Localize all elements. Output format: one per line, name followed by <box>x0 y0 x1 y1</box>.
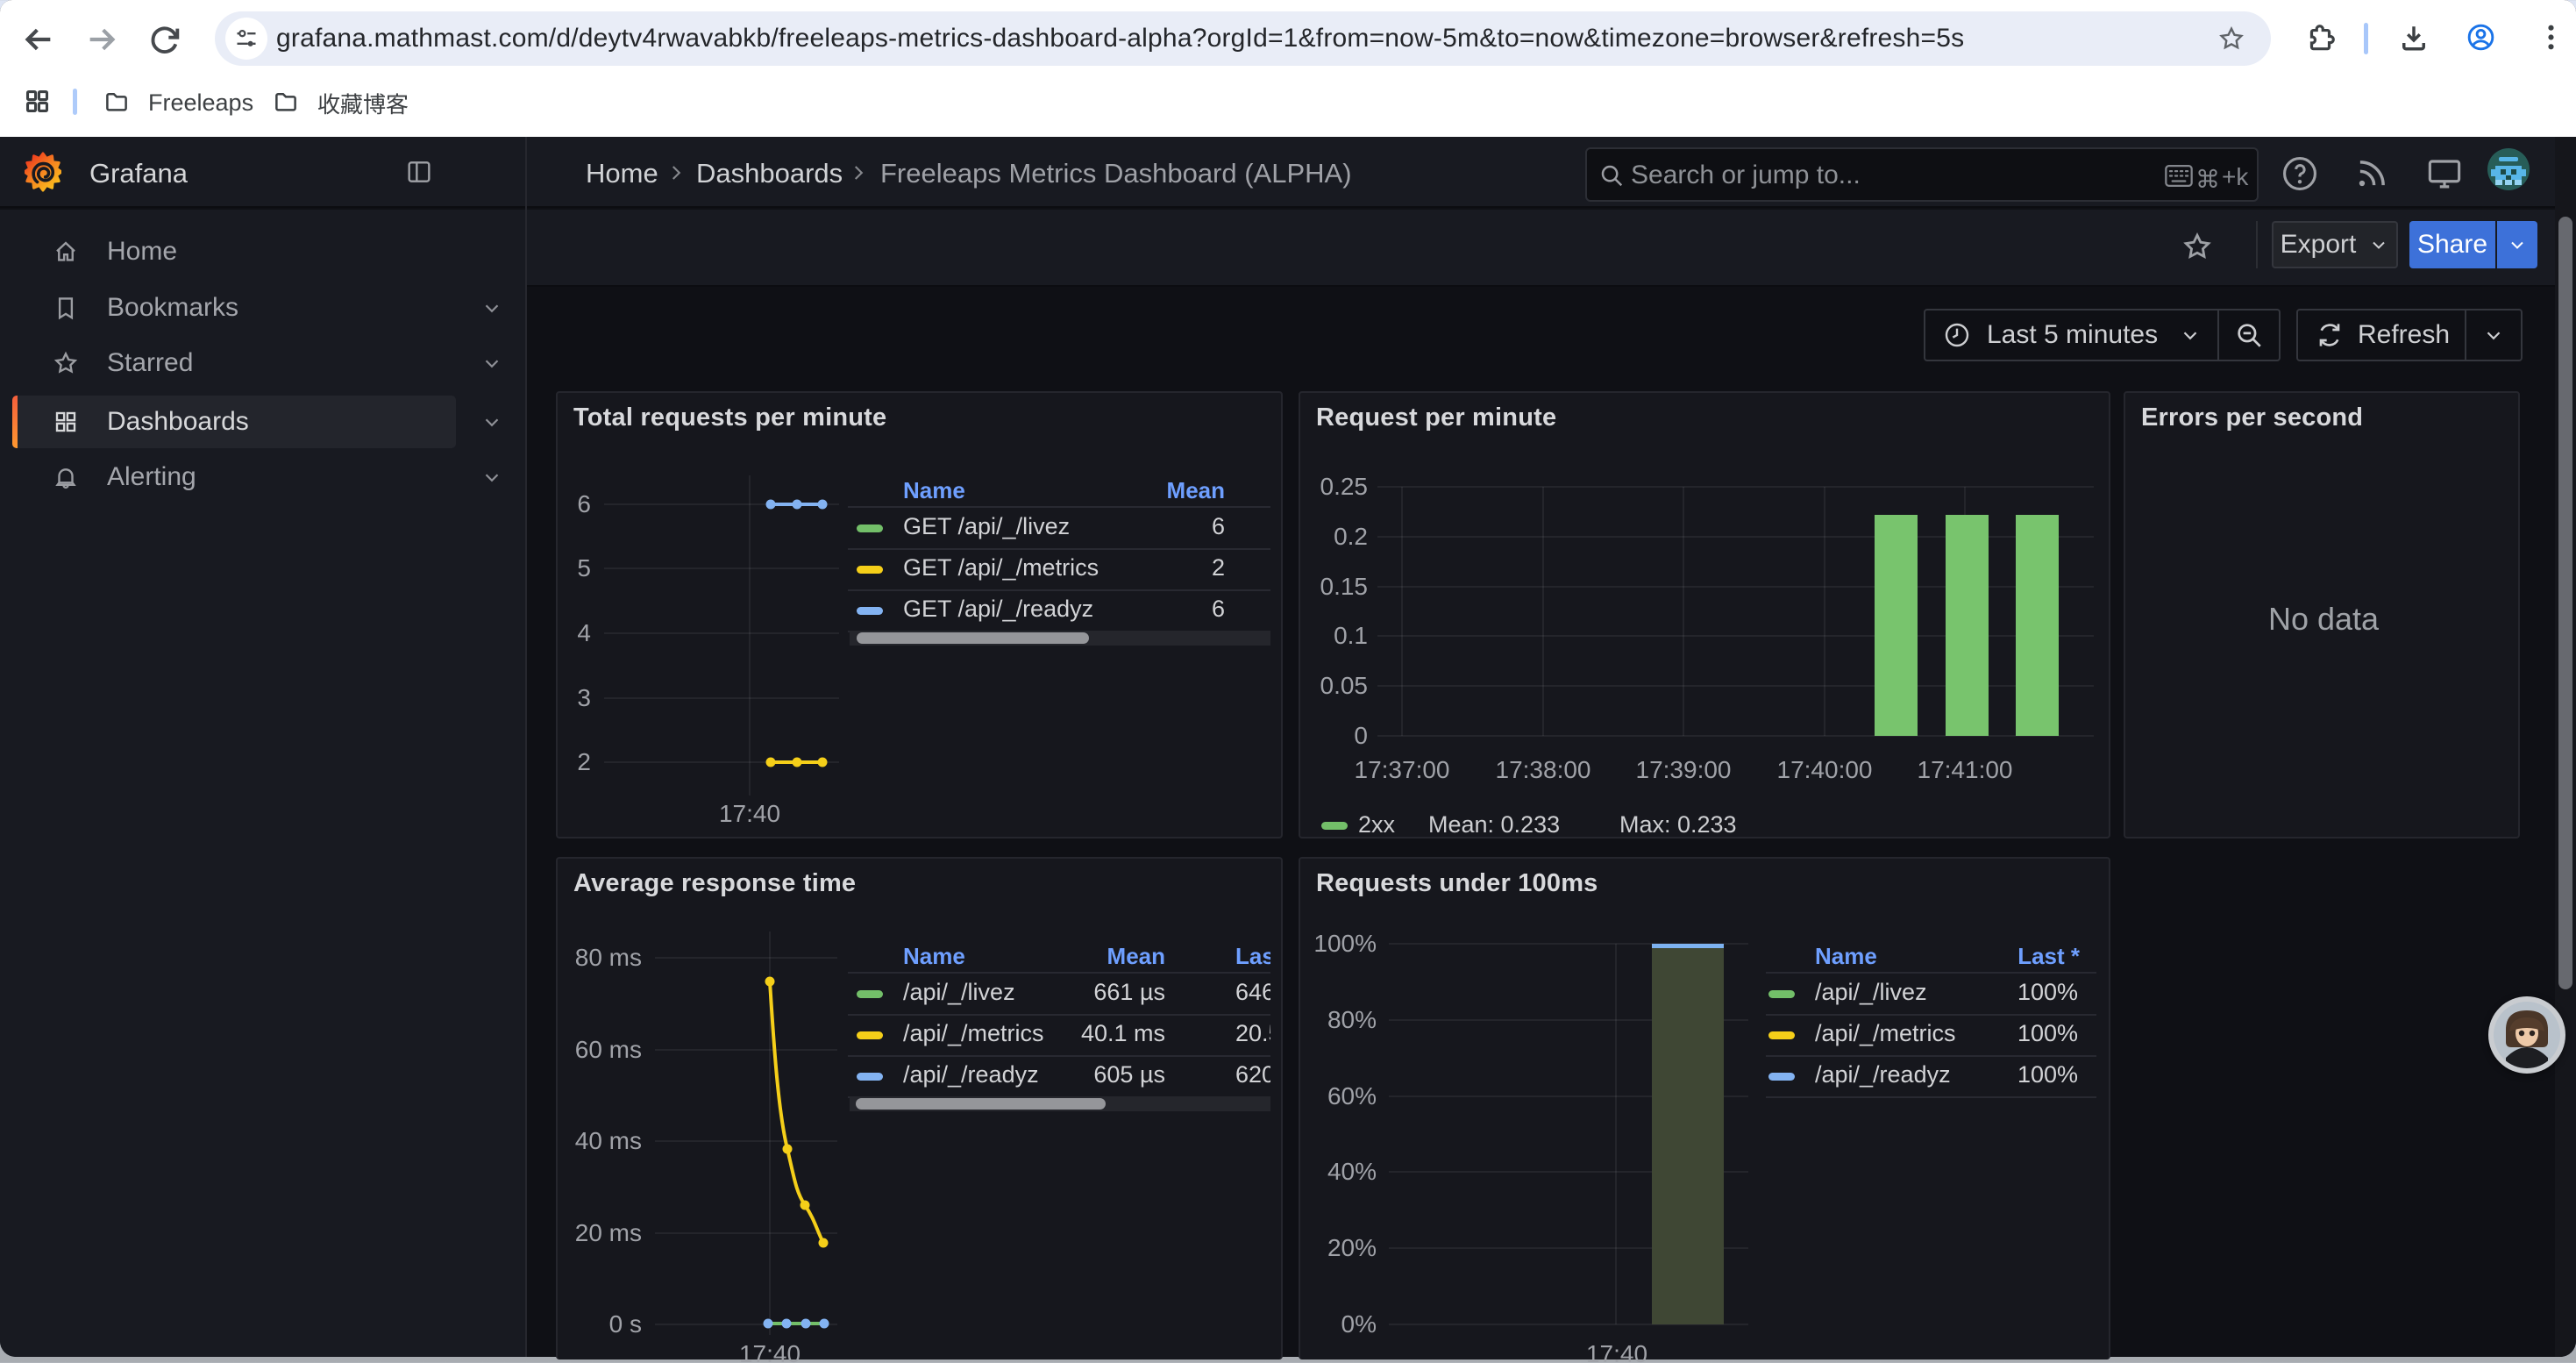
svg-text:+k: +k <box>2222 163 2249 190</box>
